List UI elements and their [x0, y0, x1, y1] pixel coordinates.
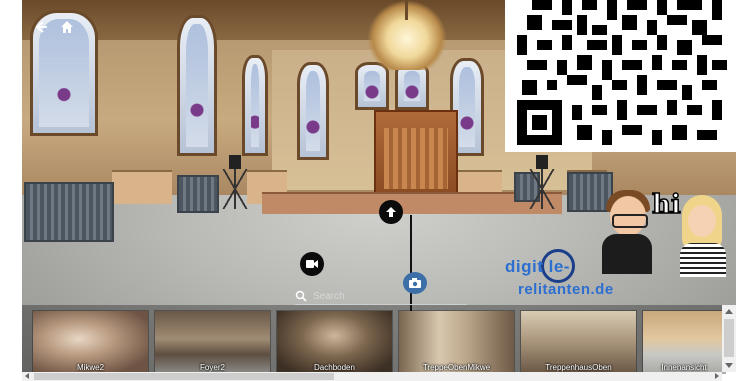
- thumbnail-mikwe2[interactable]: Mikwe2: [32, 310, 149, 374]
- thumbnail-label: Foyer2: [200, 363, 225, 372]
- horizontal-scrollbar[interactable]: [22, 372, 722, 381]
- search-bar: [295, 288, 467, 305]
- video-camera-icon[interactable]: [300, 252, 324, 276]
- torah-ark: [374, 110, 458, 199]
- logo-line-1: digit le-: [505, 257, 570, 276]
- thumbnail-strip: Mikwe2 Foyer2 Dachboden TreppeObenMikwe …: [22, 305, 736, 374]
- speaker-stand: [220, 155, 250, 210]
- thumbnail-label: TreppeObenMikwe: [422, 363, 491, 372]
- chandelier: [367, 0, 447, 70]
- home-icon[interactable]: [58, 18, 76, 36]
- thumbnail-label: Dachboden: [314, 363, 355, 372]
- avatar: [676, 195, 732, 280]
- stained-glass-window: [297, 62, 329, 160]
- radiator: [177, 175, 219, 213]
- search-icon: [295, 290, 307, 302]
- arrow-left-icon[interactable]: [32, 18, 50, 36]
- scroll-right-icon[interactable]: [715, 373, 719, 379]
- scroll-up-icon[interactable]: [725, 309, 733, 314]
- scrollbar-thumb[interactable]: [34, 373, 334, 380]
- stained-glass-window: [242, 55, 268, 156]
- qr-code-icon: [505, 0, 736, 152]
- stained-glass-window: [177, 15, 217, 156]
- arrow-up-icon[interactable]: [379, 200, 403, 224]
- site-logo: digit le- relitanten.de: [500, 249, 640, 305]
- thumbnail-innenansicht[interactable]: Innenansicht: [642, 310, 726, 374]
- scroll-left-icon[interactable]: [25, 373, 29, 379]
- speaker-stand: [527, 155, 557, 210]
- left-margin: [0, 0, 22, 381]
- thumbnail-treppeobenmikwe[interactable]: TreppeObenMikwe: [398, 310, 515, 374]
- scrollbar-thumb[interactable]: [724, 319, 734, 357]
- thumbnail-dachboden[interactable]: Dachboden: [276, 310, 393, 374]
- thumbnail-vertical-scrollbar[interactable]: [722, 305, 736, 372]
- speech-text: hi: [651, 189, 681, 221]
- radiator: [24, 182, 114, 242]
- search-input[interactable]: [313, 289, 467, 303]
- thumbnail-label: Mikwe2: [76, 363, 105, 372]
- scroll-down-icon[interactable]: [725, 363, 733, 368]
- viewer-nav: [32, 18, 76, 36]
- thumbnail-label: TreppenhausOben: [545, 363, 612, 372]
- logo-line-2: relitanten.de: [518, 281, 614, 298]
- wall-panel: [112, 170, 172, 204]
- thumbnail-treppenhausoben[interactable]: TreppenhausOben: [520, 310, 637, 374]
- thumbnail-foyer2[interactable]: Foyer2: [154, 310, 271, 374]
- thumbnail-label: Innenansicht: [661, 363, 707, 372]
